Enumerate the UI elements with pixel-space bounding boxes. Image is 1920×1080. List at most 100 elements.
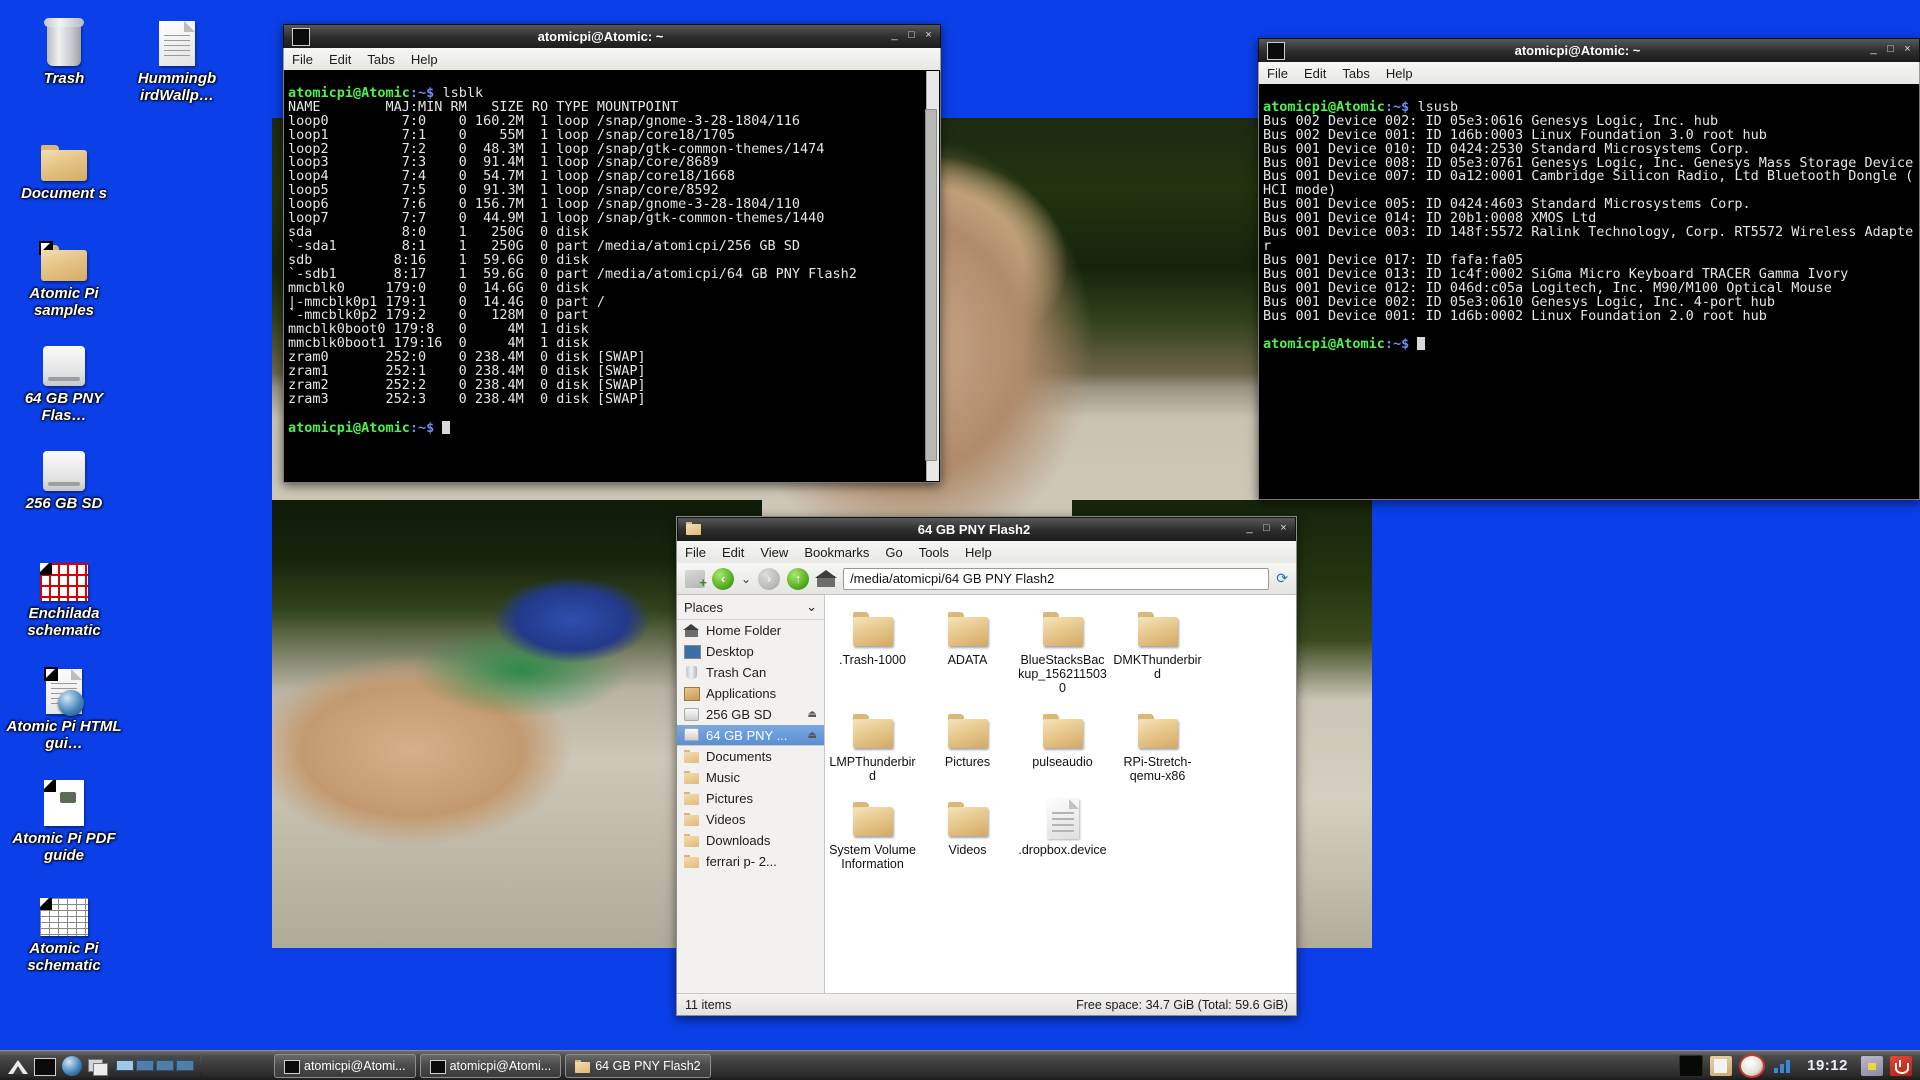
back-icon[interactable]: ‹: [712, 567, 734, 590]
menu-bookmarks[interactable]: Bookmarks: [796, 543, 877, 562]
file-item[interactable]: .Trash-1000: [825, 605, 920, 695]
file-item[interactable]: RPi-Stretch-qemu-x86: [1110, 707, 1205, 783]
terminal-launcher-icon[interactable]: [34, 1057, 56, 1076]
menu-tabs[interactable]: Tabs: [1334, 64, 1377, 83]
terminal-window-lsusb[interactable]: atomicpi@Atomic: ~ _ □ × File Edit Tabs …: [1258, 38, 1920, 500]
windows-launcher-icon[interactable]: [88, 1056, 108, 1076]
titlebar[interactable]: atomicpi@Atomic: ~ _ □ ×: [283, 24, 941, 48]
menu-tabs[interactable]: Tabs: [359, 50, 402, 69]
places-item[interactable]: ferrari p- 2...: [677, 851, 824, 872]
tray-clipboard-icon[interactable]: [1710, 1055, 1733, 1076]
lock-screen-icon[interactable]: [1861, 1055, 1883, 1076]
places-item[interactable]: Desktop: [677, 641, 824, 662]
tray-network-icon[interactable]: [1772, 1056, 1794, 1076]
places-item[interactable]: Pictures: [677, 788, 824, 809]
up-icon[interactable]: ↑: [787, 567, 810, 590]
desktop-icon-hummingbird-wallpaper[interactable]: Hummingb irdWallp…: [118, 10, 236, 104]
desktop-icon-atomic-pi-samples[interactable]: Atomic Pi samples: [5, 225, 123, 319]
menu-icon[interactable]: [8, 1056, 28, 1076]
menu-file[interactable]: File: [1259, 64, 1296, 83]
taskbar[interactable]: atomicpi@Atomi... atomicpi@Atomi... 64 GB …: [0, 1050, 1920, 1080]
menubar[interactable]: File Edit Tabs Help: [283, 48, 941, 70]
maximize-button[interactable]: □: [1883, 43, 1898, 58]
file-item[interactable]: Videos: [920, 795, 1015, 871]
desktop-icon-64gb-pny-flash[interactable]: 64 GB PNY Flas…: [5, 330, 123, 424]
refresh-icon[interactable]: ⟳: [1276, 570, 1288, 587]
desktop-icon-enchilada-schematic[interactable]: Enchilada schematic: [5, 545, 123, 639]
menubar[interactable]: File Edit Tabs Help: [1258, 62, 1920, 84]
menubar[interactable]: File Edit View Bookmarks Go Tools Help: [677, 541, 1296, 563]
file-item[interactable]: .dropbox.device: [1015, 795, 1110, 871]
menu-help[interactable]: Help: [957, 543, 1000, 562]
desktop-icon-trash[interactable]: Trash: [5, 10, 123, 87]
terminal-scrollbar[interactable]: [925, 71, 939, 481]
browser-launcher-icon[interactable]: [62, 1055, 82, 1076]
chevron-down-icon[interactable]: ⌄: [806, 599, 817, 615]
workspace-1[interactable]: [116, 1060, 134, 1071]
file-item[interactable]: DMKThunderbird: [1110, 605, 1205, 695]
places-item[interactable]: Applications: [677, 683, 824, 704]
quick-launch-area[interactable]: [0, 1055, 116, 1076]
places-item[interactable]: Documents: [677, 746, 824, 767]
tray-alarm-icon[interactable]: [1739, 1053, 1766, 1078]
file-manager-window[interactable]: 64 GB PNY Flash2 _ □ × File Edit View Bo…: [676, 516, 1297, 1016]
menu-file[interactable]: File: [677, 543, 714, 562]
places-sidebar[interactable]: Places ⌄ Home Folder Desktop Trash Can Appl…: [677, 595, 825, 993]
desktop-icon-atomic-pi-html-guide[interactable]: Atomic Pi HTML gui…: [5, 658, 123, 752]
file-list-area[interactable]: .Trash-1000 ADATA BlueStacksBackup_1562115…: [825, 595, 1296, 993]
close-button[interactable]: ×: [1900, 43, 1915, 58]
menu-help[interactable]: Help: [1378, 64, 1421, 83]
menu-edit[interactable]: Edit: [321, 50, 359, 69]
menu-go[interactable]: Go: [877, 543, 910, 562]
places-item[interactable]: Downloads: [677, 830, 824, 851]
file-item[interactable]: System Volume Information: [825, 795, 920, 871]
workspace-pager[interactable]: [116, 1060, 194, 1071]
maximize-button[interactable]: □: [1259, 522, 1274, 537]
terminal-output-area[interactable]: atomicpi@Atomic:~$ lsblk NAME MAJ:MIN RM…: [283, 70, 941, 483]
places-item[interactable]: 256 GB SD ⏏: [677, 704, 824, 725]
menu-tools[interactable]: Tools: [911, 543, 957, 562]
places-item[interactable]: Music: [677, 767, 824, 788]
home-icon[interactable]: [815, 569, 838, 588]
taskbar-window-button[interactable]: 64 GB PNY Flash2: [565, 1053, 711, 1078]
path-input[interactable]: /media/atomicpi/64 GB PNY Flash2: [843, 567, 1270, 590]
power-icon[interactable]: [1890, 1055, 1912, 1076]
places-item[interactable]: Videos: [677, 809, 824, 830]
desktop-icon-256gb-sd[interactable]: 256 GB SD: [5, 435, 123, 512]
file-item[interactable]: Pictures: [920, 707, 1015, 783]
desktop-icon-atomic-pi-pdf-guide[interactable]: Atomic Pi PDF guide: [5, 770, 123, 864]
places-item[interactable]: 64 GB PNY ... ⏏: [677, 725, 824, 746]
close-button[interactable]: ×: [921, 29, 936, 44]
maximize-button[interactable]: □: [904, 29, 919, 44]
workspace-4[interactable]: [176, 1060, 194, 1071]
file-item[interactable]: pulseaudio: [1015, 707, 1110, 783]
minimize-button[interactable]: _: [1242, 522, 1257, 537]
menu-help[interactable]: Help: [403, 50, 446, 69]
new-tab-icon[interactable]: +: [685, 569, 707, 590]
terminal-window-lsblk[interactable]: atomicpi@Atomic: ~ _ □ × File Edit Tabs …: [283, 24, 941, 483]
terminal-output-area[interactable]: atomicpi@Atomic:~$ lsusb Bus 002 Device …: [1258, 84, 1920, 500]
file-item[interactable]: LMPThunderbird: [825, 707, 920, 783]
workspace-3[interactable]: [156, 1060, 174, 1071]
places-item[interactable]: Home Folder: [677, 620, 824, 641]
menu-file[interactable]: File: [284, 50, 321, 69]
file-manager-toolbar[interactable]: + ‹ ⌄ › ↑ /media/atomicpi/64 GB PNY Flas…: [677, 563, 1296, 595]
places-header[interactable]: Places ⌄: [677, 595, 824, 620]
file-item[interactable]: BlueStacksBackup_1562115030: [1015, 605, 1110, 695]
taskbar-window-button[interactable]: atomicpi@Atomi...: [274, 1053, 416, 1078]
forward-icon[interactable]: ›: [758, 567, 781, 590]
minimize-button[interactable]: _: [887, 29, 902, 44]
chevron-down-icon[interactable]: ⌄: [741, 572, 751, 586]
workspace-2[interactable]: [136, 1060, 154, 1071]
menu-view[interactable]: View: [752, 543, 796, 562]
scrollbar-thumb[interactable]: [925, 109, 937, 461]
file-item[interactable]: ADATA: [920, 605, 1015, 695]
titlebar[interactable]: atomicpi@Atomic: ~ _ □ ×: [1258, 38, 1920, 62]
menu-edit[interactable]: Edit: [714, 543, 752, 562]
desktop-icon-documents[interactable]: Document s: [5, 125, 123, 202]
desktop-icon-atomic-pi-schematic[interactable]: Atomic Pi schematic: [5, 880, 123, 974]
menu-edit[interactable]: Edit: [1296, 64, 1334, 83]
eject-icon[interactable]: ⏏: [808, 730, 817, 741]
titlebar[interactable]: 64 GB PNY Flash2 _ □ ×: [677, 517, 1296, 541]
places-item[interactable]: Trash Can: [677, 662, 824, 683]
